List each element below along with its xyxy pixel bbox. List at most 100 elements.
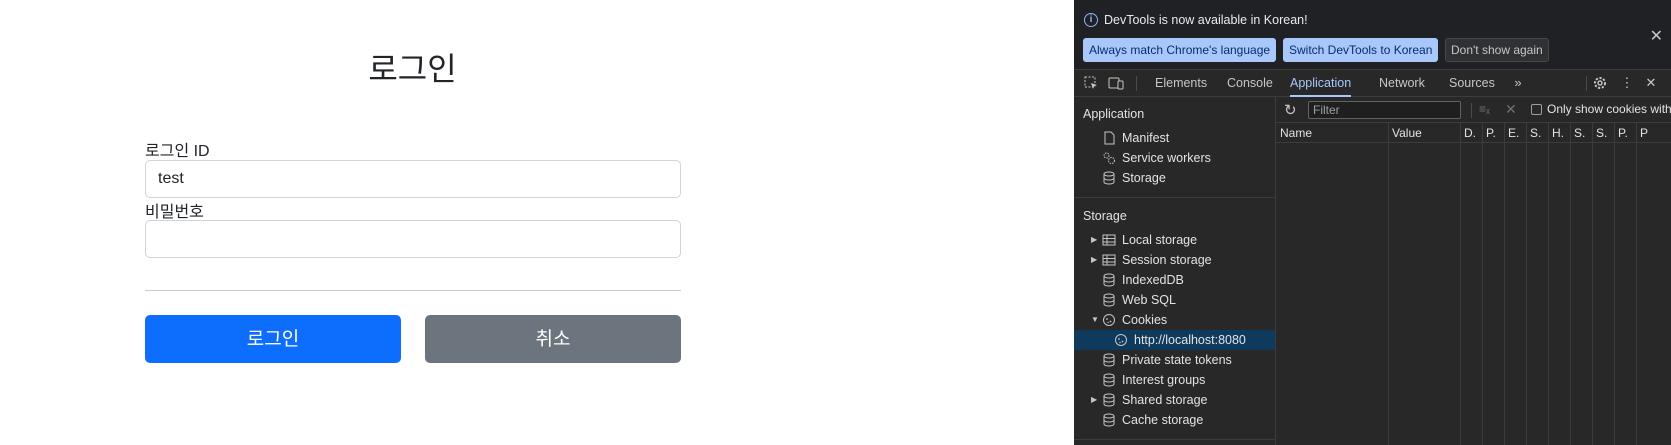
sidebar-item-label: Local storage <box>1122 233 1198 247</box>
sidebar-item-indexeddb[interactable]: IndexedDB <box>1074 270 1275 290</box>
devtools-tabbar: Elements Console Application Network Sou… <box>1074 70 1671 97</box>
screen: 로그인 로그인 ID test 비밀번호 로그인 취소 i DevTools i… <box>0 0 1671 445</box>
sidebar-heading-storage: Storage <box>1083 209 1127 223</box>
column-header-domain[interactable]: D. <box>1460 123 1482 143</box>
database-icon <box>1102 293 1116 307</box>
sidebar-item-manifest[interactable]: Manifest <box>1074 128 1275 148</box>
sidebar-item-cookies[interactable]: ▼ Cookies <box>1074 310 1275 330</box>
table-icon <box>1102 233 1116 247</box>
database-icon <box>1102 393 1116 407</box>
column-header-size[interactable]: S. <box>1526 123 1548 143</box>
column-header-partition[interactable]: P. <box>1614 123 1636 143</box>
sidebar-item-session-storage[interactable]: ▶ Session storage <box>1074 250 1275 270</box>
column-divider <box>1504 123 1505 445</box>
toolbar-separator <box>1136 76 1137 91</box>
sidebar-item-label: Manifest <box>1122 131 1170 145</box>
sidebar-item-label: Interest groups <box>1122 373 1206 387</box>
info-icon: i <box>1084 13 1098 27</box>
sidebar-item-web-sql[interactable]: Web SQL <box>1074 290 1275 310</box>
expand-arrow-icon[interactable]: ▶ <box>1091 230 1097 250</box>
tab-network[interactable]: Network <box>1379 70 1425 97</box>
sidebar-separator <box>1074 439 1275 440</box>
dont-show-again-button[interactable]: Don't show again <box>1445 38 1549 62</box>
page-title: 로그인 <box>368 51 457 87</box>
column-divider <box>1592 123 1593 445</box>
column-divider <box>1570 123 1571 445</box>
column-header-httponly[interactable]: H. <box>1548 123 1570 143</box>
column-header-priority[interactable]: P <box>1636 123 1671 143</box>
password-input[interactable] <box>145 220 681 258</box>
refresh-icon[interactable]: ↻ <box>1284 101 1297 119</box>
sidebar-item-label: Shared storage <box>1122 393 1208 407</box>
column-divider <box>1388 123 1389 445</box>
clear-filtered-icon[interactable]: ≡ₓ <box>1479 102 1490 116</box>
database-icon <box>1102 273 1116 287</box>
devtools-panel: i DevTools is now available in Korean! A… <box>1074 0 1671 445</box>
form-divider <box>145 290 681 291</box>
application-sidebar: Application Manifest Service workers Sto… <box>1074 97 1276 445</box>
database-icon <box>1102 171 1116 185</box>
always-match-language-button[interactable]: Always match Chrome's language <box>1083 38 1277 62</box>
cancel-button[interactable]: 취소 <box>425 315 681 363</box>
sidebar-item-cache-storage[interactable]: Cache storage <box>1074 410 1275 430</box>
column-divider <box>1614 123 1615 445</box>
column-divider <box>1548 123 1549 445</box>
column-divider <box>1482 123 1483 445</box>
delete-selected-icon[interactable]: ✕ <box>1505 101 1517 118</box>
expand-arrow-icon[interactable]: ▶ <box>1091 390 1097 410</box>
tab-application[interactable]: Application <box>1290 70 1352 97</box>
sidebar-separator <box>1074 197 1275 198</box>
sidebar-item-label: http://localhost:8080 <box>1134 333 1246 347</box>
only-show-issues-checkbox[interactable] <box>1531 104 1542 115</box>
sidebar-item-label: IndexedDB <box>1122 273 1184 287</box>
sidebar-item-storage[interactable]: Storage <box>1074 168 1275 188</box>
column-divider <box>1460 123 1461 445</box>
filter-input[interactable]: Filter <box>1308 101 1461 119</box>
cookie-icon <box>1102 313 1116 327</box>
language-infobar: i DevTools is now available in Korean! A… <box>1074 0 1671 70</box>
gears-icon <box>1102 151 1116 165</box>
database-icon <box>1102 353 1116 367</box>
password-label: 비밀번호 <box>145 204 204 221</box>
sidebar-item-label: Cache storage <box>1122 413 1204 427</box>
collapse-arrow-icon[interactable]: ▼ <box>1091 310 1099 330</box>
column-header-expires[interactable]: E. <box>1504 123 1526 143</box>
sidebar-item-service-workers[interactable]: Service workers <box>1074 148 1275 168</box>
login-button[interactable]: 로그인 <box>145 315 401 363</box>
more-tabs-icon[interactable]: » <box>1510 75 1526 91</box>
column-divider <box>1526 123 1527 445</box>
sidebar-item-label: Web SQL <box>1122 293 1176 307</box>
table-icon <box>1102 253 1116 267</box>
tab-sources[interactable]: Sources <box>1449 70 1495 97</box>
column-header-secure[interactable]: S. <box>1570 123 1592 143</box>
settings-gear-icon[interactable] <box>1592 75 1608 91</box>
column-header-samesite[interactable]: S. <box>1592 123 1614 143</box>
tab-console[interactable]: Console <box>1227 70 1273 97</box>
column-header-path[interactable]: P. <box>1482 123 1504 143</box>
database-icon <box>1102 373 1116 387</box>
sidebar-item-shared-storage[interactable]: ▶ Shared storage <box>1074 390 1275 410</box>
cookies-toolbar: ↻ Filter ≡ₓ ✕ Only show cookies with ... <box>1276 97 1671 123</box>
device-toolbar-icon[interactable] <box>1108 75 1124 91</box>
cookie-icon <box>1114 333 1128 347</box>
sidebar-item-localhost-cookie[interactable]: http://localhost:8080 <box>1074 330 1275 350</box>
sidebar-item-private-state-tokens[interactable]: Private state tokens <box>1074 350 1275 370</box>
toolbar-separator <box>1586 76 1587 91</box>
login-id-input[interactable]: test <box>145 160 681 198</box>
tab-elements[interactable]: Elements <box>1155 70 1207 97</box>
sidebar-item-interest-groups[interactable]: Interest groups <box>1074 370 1275 390</box>
cookies-table-header: Name Value D. P. E. S. H. S. S. P. P <box>1276 123 1671 143</box>
close-icon[interactable]: ✕ <box>1650 26 1663 46</box>
switch-to-korean-button[interactable]: Switch DevTools to Korean <box>1283 38 1439 62</box>
inspect-element-icon[interactable] <box>1083 75 1099 91</box>
expand-arrow-icon[interactable]: ▶ <box>1091 250 1097 270</box>
column-header-name[interactable]: Name <box>1276 123 1388 143</box>
file-icon <box>1102 131 1116 145</box>
cookies-panel: ↻ Filter ≡ₓ ✕ Only show cookies with ...… <box>1276 97 1671 445</box>
sidebar-heading-application: Application <box>1083 107 1145 121</box>
column-header-value[interactable]: Value <box>1388 123 1460 143</box>
more-options-icon[interactable]: ⋮ <box>1619 75 1635 91</box>
sidebar-item-label: Storage <box>1122 171 1166 185</box>
sidebar-item-local-storage[interactable]: ▶ Local storage <box>1074 230 1275 250</box>
close-devtools-icon[interactable]: ✕ <box>1643 75 1659 91</box>
